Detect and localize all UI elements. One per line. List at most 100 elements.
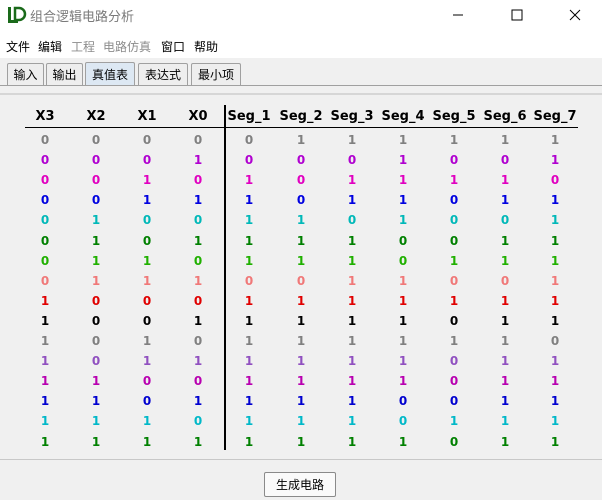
table-cell[interactable]: 0	[428, 394, 480, 408]
table-cell[interactable]: 1	[428, 334, 480, 348]
table-cell[interactable]: 0	[428, 274, 480, 288]
table-cell[interactable]: 1	[479, 314, 531, 328]
table-cell[interactable]: 1	[529, 374, 581, 388]
column-header-x3[interactable]: X3	[19, 109, 71, 124]
close-button[interactable]	[552, 0, 598, 30]
table-cell[interactable]: 0	[428, 153, 480, 167]
table-cell[interactable]: 1	[529, 213, 581, 227]
column-header-seg_1[interactable]: Seg_1	[223, 109, 275, 124]
table-cell[interactable]: 0	[428, 213, 480, 227]
table-cell[interactable]: 1	[479, 374, 531, 388]
table-cell[interactable]: 1	[326, 394, 378, 408]
table-cell[interactable]: 1	[223, 173, 275, 187]
table-cell[interactable]: 1	[377, 213, 429, 227]
table-cell[interactable]: 1	[428, 133, 480, 147]
table-cell[interactable]: 1	[428, 294, 480, 308]
table-cell[interactable]: 0	[428, 234, 480, 248]
column-header-x0[interactable]: X0	[172, 109, 224, 124]
table-cell[interactable]: 1	[529, 435, 581, 449]
tab-minterms[interactable]: 最小项	[191, 63, 241, 85]
minimize-button[interactable]	[435, 0, 481, 30]
menu-edit[interactable]: 编辑	[38, 38, 62, 55]
table-cell[interactable]: 1	[326, 133, 378, 147]
table-cell[interactable]: 0	[223, 133, 275, 147]
maximize-button[interactable]	[494, 0, 540, 30]
table-cell[interactable]: 1	[326, 314, 378, 328]
table-cell[interactable]: 1	[479, 254, 531, 268]
table-cell[interactable]: 1	[223, 394, 275, 408]
table-cell[interactable]: 1	[326, 374, 378, 388]
table-cell[interactable]: 1	[275, 334, 327, 348]
table-cell[interactable]: 1	[428, 173, 480, 187]
table-cell[interactable]: 1	[275, 314, 327, 328]
table-cell[interactable]: 1	[377, 435, 429, 449]
menu-help[interactable]: 帮助	[194, 38, 218, 55]
menu-project[interactable]: 工程	[71, 38, 95, 55]
column-header-x2[interactable]: X2	[70, 109, 122, 124]
table-cell[interactable]: 1	[479, 133, 531, 147]
menu-window[interactable]: 窗口	[161, 38, 185, 55]
table-cell[interactable]: 0	[275, 274, 327, 288]
table-cell[interactable]: 1	[223, 314, 275, 328]
tab-input[interactable]: 输入	[7, 63, 44, 85]
table-cell[interactable]: 1	[479, 173, 531, 187]
table-cell[interactable]: 1	[326, 334, 378, 348]
table-cell[interactable]: 1	[326, 234, 378, 248]
menu-simulate[interactable]: 电路仿真	[103, 38, 151, 55]
column-header-seg_6[interactable]: Seg_6	[479, 109, 531, 124]
table-cell[interactable]: 0	[326, 153, 378, 167]
table-cell[interactable]: 0	[275, 173, 327, 187]
table-cell[interactable]: 1	[479, 435, 531, 449]
table-cell[interactable]: 1	[275, 394, 327, 408]
table-cell[interactable]: 1	[428, 254, 480, 268]
table-cell[interactable]: 1	[326, 435, 378, 449]
table-cell[interactable]: 1	[529, 354, 581, 368]
table-cell[interactable]: 1	[529, 394, 581, 408]
table-cell[interactable]: 0	[275, 193, 327, 207]
table-cell[interactable]: 1	[479, 193, 531, 207]
column-header-seg_3[interactable]: Seg_3	[326, 109, 378, 124]
tab-truth-table[interactable]: 真值表	[85, 62, 135, 86]
table-cell[interactable]: 1	[223, 354, 275, 368]
table-cell[interactable]: 1	[275, 414, 327, 428]
table-cell[interactable]: 1	[529, 314, 581, 328]
column-header-x1[interactable]: X1	[121, 109, 173, 124]
table-cell[interactable]: 0	[479, 274, 531, 288]
table-cell[interactable]: 0	[377, 414, 429, 428]
table-cell[interactable]: 1	[223, 414, 275, 428]
table-cell[interactable]: 0	[223, 274, 275, 288]
table-cell[interactable]: 1	[529, 294, 581, 308]
column-header-seg_7[interactable]: Seg_7	[529, 109, 581, 124]
column-header-seg_4[interactable]: Seg_4	[377, 109, 429, 124]
table-cell[interactable]: 1	[275, 213, 327, 227]
table-cell[interactable]: 1	[428, 414, 480, 428]
table-cell[interactable]: 1	[479, 234, 531, 248]
table-cell[interactable]: 1	[223, 213, 275, 227]
menu-file[interactable]: 文件	[6, 38, 30, 55]
table-cell[interactable]: 1	[529, 274, 581, 288]
table-cell[interactable]: 1	[529, 153, 581, 167]
generate-circuit-button[interactable]: 生成电路	[264, 472, 336, 497]
table-cell[interactable]: 0	[275, 153, 327, 167]
table-cell[interactable]: 1	[326, 193, 378, 207]
table-cell[interactable]: 1	[529, 234, 581, 248]
table-cell[interactable]: 1	[479, 294, 531, 308]
table-cell[interactable]: 0	[529, 334, 581, 348]
table-cell[interactable]: 1	[326, 274, 378, 288]
table-cell[interactable]: 1	[479, 394, 531, 408]
table-cell[interactable]: 1	[223, 334, 275, 348]
table-cell[interactable]: 1	[223, 374, 275, 388]
table-cell[interactable]: 0	[479, 153, 531, 167]
table-cell[interactable]: 1	[377, 193, 429, 207]
table-cell[interactable]: 1	[529, 414, 581, 428]
table-cell[interactable]: 0	[377, 234, 429, 248]
table-cell[interactable]: 1	[377, 294, 429, 308]
table-cell[interactable]: 1	[275, 234, 327, 248]
table-cell[interactable]: 1	[377, 334, 429, 348]
table-cell[interactable]: 0	[326, 213, 378, 227]
table-cell[interactable]: 1	[377, 153, 429, 167]
table-cell[interactable]: 1	[377, 133, 429, 147]
table-cell[interactable]: 0	[428, 354, 480, 368]
table-cell[interactable]: 1	[326, 414, 378, 428]
table-cell[interactable]: 1	[529, 254, 581, 268]
